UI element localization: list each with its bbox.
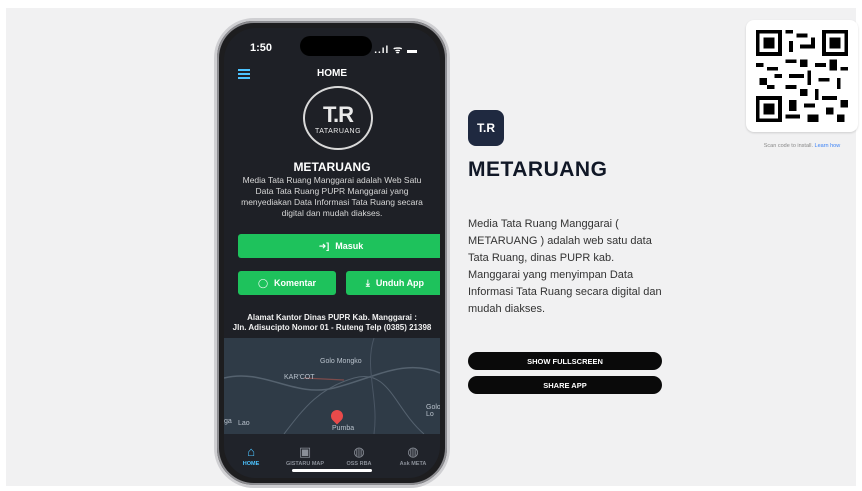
- app-name: METARUANG: [293, 160, 371, 174]
- map-label-golo-lo: Golo Lo: [426, 404, 440, 418]
- tab-label: Ask META: [399, 461, 427, 467]
- map-label-golo-mongko: Golo Mongko: [320, 358, 362, 365]
- map-label-karcot: KAR'COT: [284, 374, 315, 381]
- dynamic-island: [300, 36, 372, 56]
- tab-ask-meta[interactable]: ◍ Ask META: [386, 434, 440, 478]
- tab-label: OSS RBA: [346, 461, 372, 467]
- app-logo: T.R TATARUANG: [303, 86, 373, 150]
- unduh-app-button[interactable]: ⤓ Unduh App: [346, 271, 440, 295]
- learn-how-link[interactable]: Learn how: [815, 143, 841, 149]
- masuk-label: Masuk: [335, 241, 364, 251]
- tab-home[interactable]: ⌂ HOME: [224, 434, 278, 478]
- tab-label: GISTARU MAP: [285, 461, 325, 467]
- map-label-pumba: Pumba: [332, 425, 355, 432]
- app-info-description: Media Tata Ruang Manggarai ( METARUANG )…: [468, 218, 662, 315]
- qr-caption-text: Scan code to install.: [763, 143, 813, 149]
- tab-label: HOME: [242, 461, 260, 467]
- map-label-lao: Lao: [238, 420, 250, 427]
- map-label-ga: ga: [224, 418, 232, 425]
- masuk-button[interactable]: ➜] Masuk: [238, 234, 440, 258]
- map-icon: ▣: [298, 444, 312, 459]
- hamburger-menu-icon[interactable]: [238, 69, 250, 79]
- address-line-2: Jln. Adisucipto Nomor 01 - Ruteng Telp (…: [232, 323, 432, 332]
- login-icon: ➜]: [318, 240, 330, 251]
- status-bar: 1:50 ..ıl ᯤ ▬: [224, 28, 440, 60]
- logo-subtext: TATARUANG: [314, 127, 362, 135]
- address-line-1: Alamat Kantor Dinas PUPR Kab. Manggarai …: [247, 313, 417, 322]
- home-indicator: [292, 469, 372, 472]
- qr-caption: Scan code to install. Learn how: [744, 143, 860, 149]
- unduh-label: Unduh App: [375, 278, 425, 288]
- komentar-label: Komentar: [274, 278, 317, 288]
- app-icon: T.R: [468, 110, 504, 146]
- chat-icon: ◍: [407, 444, 419, 459]
- status-time: 1:50: [250, 42, 273, 54]
- comment-icon: ◯: [257, 277, 269, 288]
- header-title: HOME: [317, 68, 347, 79]
- home-icon: ⌂: [247, 444, 255, 459]
- location-map[interactable]: Golo Mongko KAR'COT Golo Lo ga Lao Pumba: [224, 338, 440, 434]
- globe-icon: ◍: [353, 444, 365, 459]
- download-icon: ⤓: [365, 277, 370, 288]
- phone-screen: 1:50 ..ıl ᯤ ▬ HOME T.R TATARUANG METARUA…: [224, 28, 440, 478]
- office-address: Alamat Kantor Dinas PUPR Kab. Manggarai …: [230, 313, 434, 333]
- app-title: METARUANG: [468, 158, 608, 181]
- komentar-button[interactable]: ◯ Komentar: [238, 271, 336, 295]
- signal-icons: ..ıl ᯤ ▬: [374, 45, 418, 56]
- logo-text: T.R: [323, 101, 354, 127]
- qr-code-card: [746, 20, 858, 132]
- show-fullscreen-button[interactable]: SHOW FULLSCREEN: [468, 352, 662, 370]
- phone-frame: 1:50 ..ıl ᯤ ▬ HOME T.R TATARUANG METARUA…: [214, 18, 450, 488]
- app-header: HOME: [224, 62, 440, 86]
- share-app-button[interactable]: SHARE APP: [468, 376, 662, 394]
- qr-code: [756, 30, 848, 122]
- app-description: Media Tata Ruang Manggarai adalah Web Sa…: [241, 175, 423, 218]
